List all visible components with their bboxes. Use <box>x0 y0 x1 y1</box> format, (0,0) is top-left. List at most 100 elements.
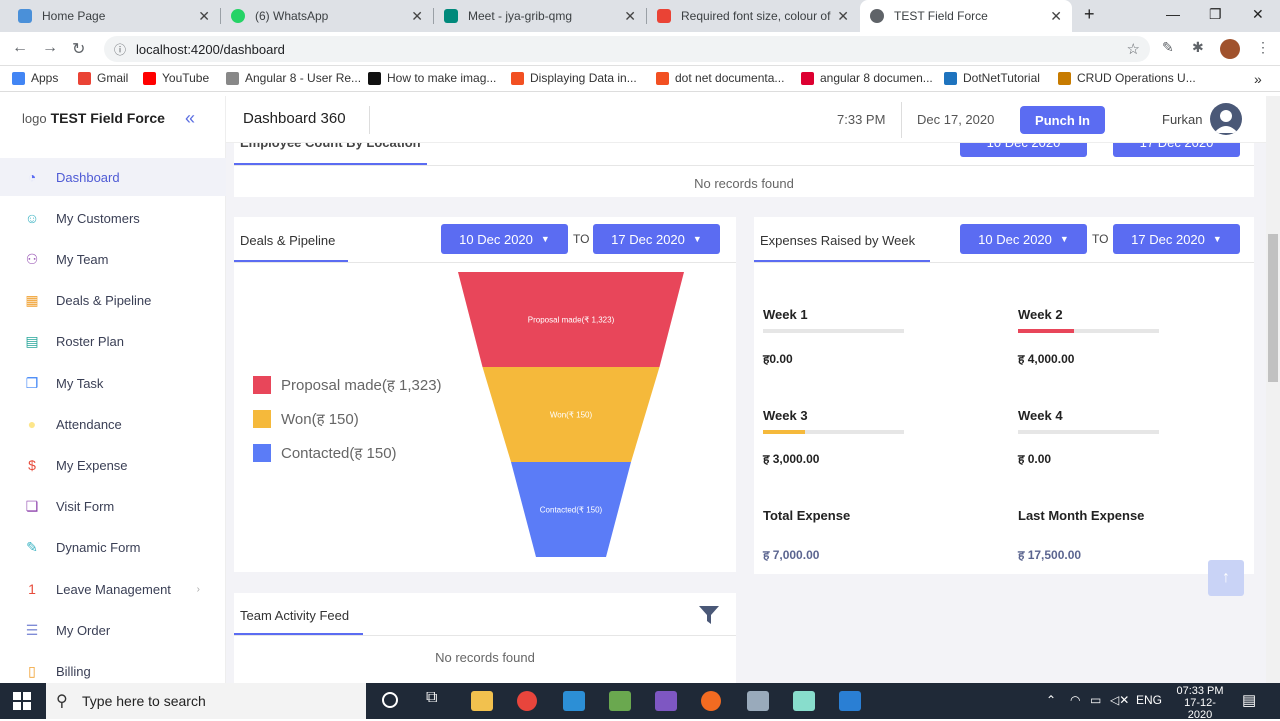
bookmark-star-icon[interactable]: ☆ <box>1127 40 1140 58</box>
close-tab-icon[interactable]: ✕ <box>411 8 423 25</box>
sidebar-item-my-team[interactable]: ⚇ My Team <box>0 240 226 278</box>
excel-icon[interactable] <box>609 691 631 711</box>
sidebar-item-deals-pipeline[interactable]: ▦ Deals & Pipeline <box>0 281 226 319</box>
back-arrow-icon[interactable]: ← <box>12 39 28 57</box>
search-placeholder: Type here to search <box>82 693 206 709</box>
sidebar-item-visit-form[interactable]: ❏ Visit Form <box>0 487 226 525</box>
globe-favicon-icon <box>870 9 884 23</box>
browser-tab[interactable]: Meet - jya-grib-qmg ✕ <box>434 0 646 32</box>
url-input[interactable]: ⓘ localhost:4200/dashboard ☆ <box>104 36 1150 62</box>
bookmark-item[interactable]: Displaying Data in... <box>511 71 637 85</box>
visual-studio-icon[interactable] <box>655 691 677 711</box>
notepad-icon[interactable] <box>793 691 815 711</box>
chevron-right-icon: › <box>196 583 200 595</box>
photos-icon[interactable] <box>839 691 861 711</box>
browser-tab[interactable]: (6) WhatsApp ✕ <box>221 0 433 32</box>
bookmark-item[interactable]: Angular 8 - User Re... <box>226 71 361 85</box>
sidebar-item-dynamic-form[interactable]: ✎ Dynamic Form <box>0 528 226 566</box>
from-date-dropdown[interactable]: 10 Dec 2020 ▼ <box>960 224 1087 254</box>
file-explorer-icon[interactable] <box>471 691 493 711</box>
bookmark-item[interactable]: DotNetTutorial <box>944 71 1040 85</box>
close-tab-icon[interactable]: ✕ <box>1050 8 1062 25</box>
bookmark-gmail[interactable]: Gmail <box>78 71 128 85</box>
postman-icon[interactable] <box>701 691 721 711</box>
user-icon: ☺ <box>24 210 40 226</box>
crud-icon <box>1058 71 1071 85</box>
close-tab-icon[interactable]: ✕ <box>198 8 210 25</box>
profile-avatar-icon[interactable] <box>1220 39 1240 59</box>
sidebar-item-my-customers[interactable]: ☺ My Customers <box>0 199 226 237</box>
bookmark-item[interactable]: CRUD Operations U... <box>1058 71 1196 85</box>
sidebar-item-dashboard[interactable]: ◔ Dashboard <box>0 158 226 196</box>
to-date-dropdown[interactable]: 17 Dec 2020 ▼ <box>593 224 720 254</box>
task-view-icon[interactable]: ⧉ <box>426 689 437 707</box>
notifications-icon[interactable]: ▤ <box>1242 691 1256 709</box>
volume-muted-icon[interactable]: ◁✕ <box>1110 693 1129 707</box>
chrome-icon[interactable] <box>517 691 537 711</box>
scrollbar-thumb[interactable] <box>1268 234 1278 382</box>
sidebar-item-attendance[interactable]: ● Attendance <box>0 405 226 443</box>
google-icon <box>78 71 91 85</box>
close-window-icon[interactable]: ✕ <box>1252 6 1264 23</box>
kebab-menu-icon[interactable]: ⋮ <box>1256 39 1270 56</box>
language-indicator[interactable]: ENG <box>1136 693 1162 707</box>
funnel-segment-label: Won(₹ 150) <box>550 411 593 420</box>
browser-tab[interactable]: Required font size, colour of w ✕ <box>647 0 859 32</box>
forward-arrow-icon[interactable]: → <box>42 39 58 57</box>
bookmark-item[interactable]: How to make imag... <box>368 71 496 85</box>
taskbar-search-input[interactable]: ⚲ Type here to search <box>46 683 366 719</box>
sidebar-item-roster-plan[interactable]: ▤ Roster Plan <box>0 322 226 360</box>
sidebar-item-my-order[interactable]: ☰ My Order <box>0 611 226 649</box>
browser-tab-active[interactable]: TEST Field Force ✕ <box>860 0 1072 32</box>
taskbar-clock[interactable]: 07:33 PM 17-12-2020 <box>1172 685 1228 721</box>
bookmark-item[interactable]: angular 8 documen... <box>801 71 933 85</box>
sidebar-item-label: Roster Plan <box>56 333 124 349</box>
wifi-icon[interactable]: ◠ <box>1070 693 1080 707</box>
angular-icon <box>801 71 814 85</box>
collapse-sidebar-icon[interactable]: « <box>185 108 195 129</box>
tray-chevron-icon[interactable]: ⌃ <box>1046 693 1056 707</box>
team-activity-card: Team Activity Feed No records found <box>234 593 736 683</box>
bookmark-apps[interactable]: Apps <box>12 71 58 85</box>
expenses-card: Expenses Raised by Week 10 Dec 2020 ▼ TO … <box>754 217 1254 574</box>
bookmark-label: YouTube <box>162 71 210 85</box>
sidebar-item-leave-management[interactable]: 1 Leave Management › <box>0 570 226 608</box>
brand[interactable]: logo TEST Field Force <box>22 110 165 126</box>
punch-in-button[interactable]: Punch In <box>1020 106 1105 134</box>
battery-icon[interactable]: ▭ <box>1090 693 1101 707</box>
vscode-icon[interactable] <box>563 691 585 711</box>
bookmark-item[interactable]: dot net documenta... <box>656 71 784 85</box>
scroll-to-top-button[interactable]: ↑ <box>1208 560 1244 596</box>
bookmark-youtube[interactable]: YouTube <box>143 71 209 85</box>
sidebar-item-label: Billing <box>56 663 91 679</box>
bookmark-label: Angular 8 - User Re... <box>245 71 362 85</box>
sidebar-item-my-task[interactable]: ❐ My Task <box>0 364 226 402</box>
info-icon[interactable]: ⓘ <box>114 41 126 58</box>
browser-tab[interactable]: Home Page ✕ <box>8 0 220 32</box>
sidebar-item-my-expense[interactable]: $ My Expense <box>0 446 226 484</box>
to-date-dropdown[interactable]: 17 Dec 2020 ▼ <box>1113 224 1240 254</box>
page-scrollbar[interactable] <box>1266 96 1280 683</box>
more-bookmarks-icon[interactable]: » <box>1254 71 1262 87</box>
gmail-favicon-icon <box>657 9 671 23</box>
extensions-icon[interactable]: ✱ <box>1192 39 1204 56</box>
close-tab-icon[interactable]: ✕ <box>837 8 849 25</box>
from-date-dropdown[interactable]: 10 Dec 2020 ▼ <box>441 224 568 254</box>
windows-start-icon[interactable] <box>13 692 31 710</box>
sidebar-item-label: My Task <box>56 375 104 391</box>
restore-icon[interactable]: ❐ <box>1209 6 1222 23</box>
reload-icon[interactable]: ↻ <box>72 39 85 59</box>
remote-desktop-icon[interactable] <box>747 691 769 711</box>
close-tab-icon[interactable]: ✕ <box>624 8 636 25</box>
last-month-expense-value: ह 17,500.00 <box>1018 548 1082 562</box>
minimize-icon[interactable]: — <box>1166 6 1180 22</box>
bookmark-label: dot net documenta... <box>675 71 785 85</box>
eyedropper-icon[interactable]: ✎ <box>1162 39 1174 56</box>
tab-title: TEST Field Force <box>894 9 988 23</box>
filter-icon[interactable] <box>698 605 720 625</box>
chevron-down-icon: ▼ <box>1059 234 1069 244</box>
youtube-icon <box>143 71 156 85</box>
new-tab-button[interactable]: + <box>1084 4 1095 25</box>
cortana-icon[interactable] <box>382 692 398 708</box>
avatar[interactable] <box>1210 103 1242 135</box>
